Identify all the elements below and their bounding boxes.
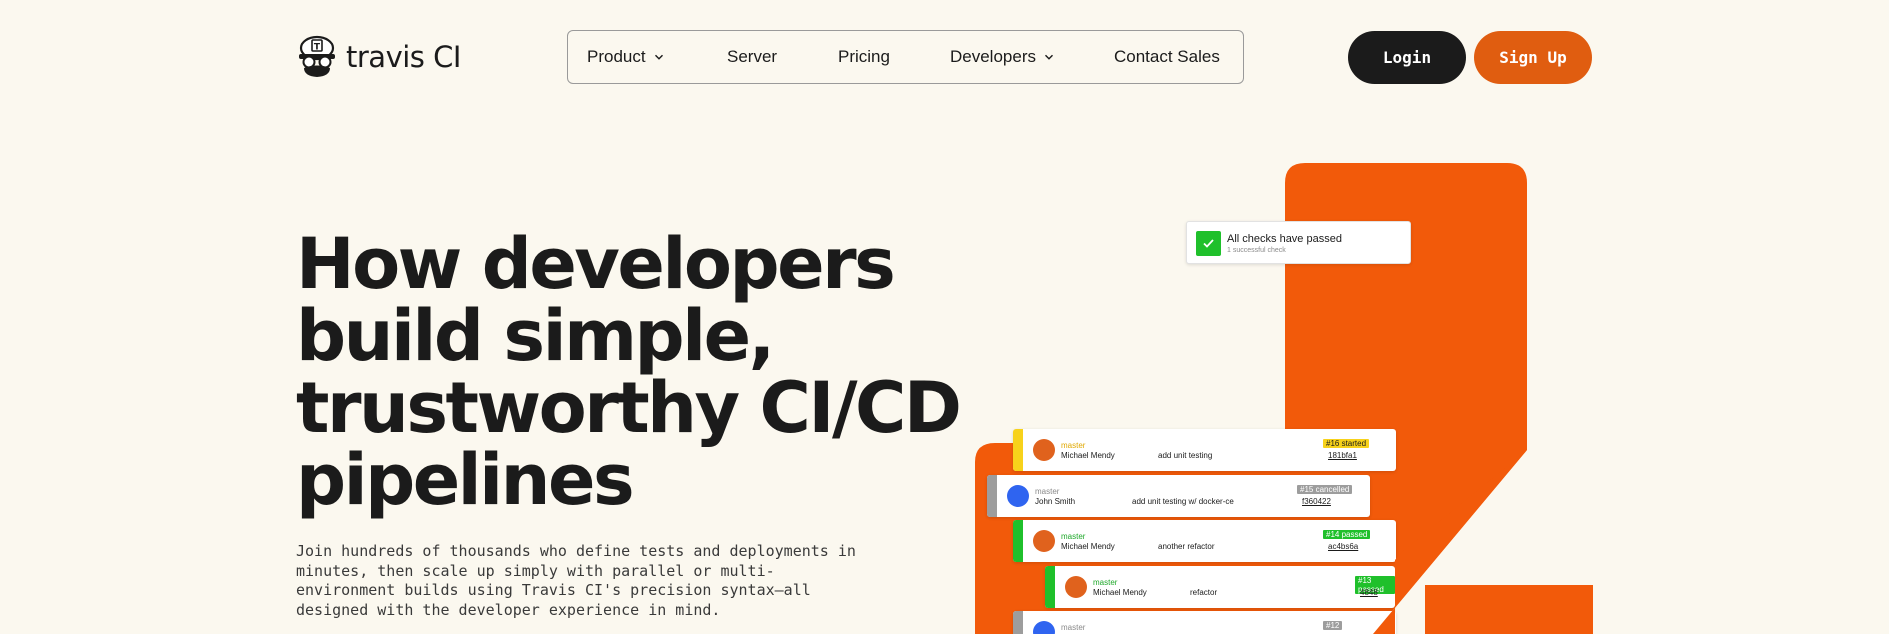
build-author: Michael Mendy: [1093, 588, 1147, 597]
build-author: Michael Mendy: [1061, 451, 1115, 460]
build-status-badge: #15 cancelled: [1297, 485, 1353, 494]
build-commit-sha: f360422: [1302, 497, 1331, 506]
build-commit-sha: 181bfa1: [1328, 451, 1357, 460]
orange-corner-shape: [1425, 585, 1593, 634]
build-row: master #12: [1013, 611, 1396, 634]
build-message: refactor: [1190, 588, 1218, 597]
avatar: [1033, 439, 1055, 461]
build-status-stripe: [1045, 566, 1055, 608]
build-row: master Michael Mendy refactor #13 passed…: [1045, 566, 1395, 608]
check-icon: [1196, 231, 1221, 256]
build-branch: master: [1061, 441, 1086, 450]
build-author: Michael Mendy: [1061, 542, 1115, 551]
build-commit-sha: ac4bs6a: [1328, 542, 1359, 551]
build-message: add unit testing w/ docker-ce: [1132, 497, 1234, 506]
build-status-badge: #16 started: [1323, 439, 1370, 448]
build-status-badge: #12: [1323, 621, 1343, 630]
build-status-stripe: [1013, 429, 1023, 471]
build-branch: master: [1061, 532, 1086, 541]
check-title: All checks have passed: [1227, 233, 1342, 245]
build-branch: master: [1035, 487, 1060, 496]
avatar: [1033, 530, 1055, 552]
build-message: another refactor: [1158, 542, 1215, 551]
build-status-badge: #14 passed: [1323, 530, 1371, 539]
build-branch: master: [1061, 623, 1086, 632]
build-row: master Michael Mendy another refactor #1…: [1013, 520, 1396, 562]
checks-passed-card: All checks have passed 1 successful chec…: [1186, 221, 1411, 264]
build-author: John Smith: [1035, 497, 1076, 506]
build-commit-sha: 4848: [1360, 588, 1378, 597]
check-subtitle: 1 successful check: [1227, 247, 1286, 254]
build-status-stripe: [1013, 611, 1023, 634]
avatar: [1033, 621, 1055, 634]
build-status-stripe: [987, 475, 997, 517]
build-row: master John Smith add unit testing w/ do…: [987, 475, 1370, 517]
build-message: add unit testing: [1158, 451, 1213, 460]
hero-illustration: [975, 163, 1593, 634]
avatar: [1065, 576, 1087, 598]
build-row: master Michael Mendy add unit testing #1…: [1013, 429, 1396, 471]
build-branch: master: [1093, 578, 1118, 587]
build-status-stripe: [1013, 520, 1023, 562]
avatar: [1007, 485, 1029, 507]
